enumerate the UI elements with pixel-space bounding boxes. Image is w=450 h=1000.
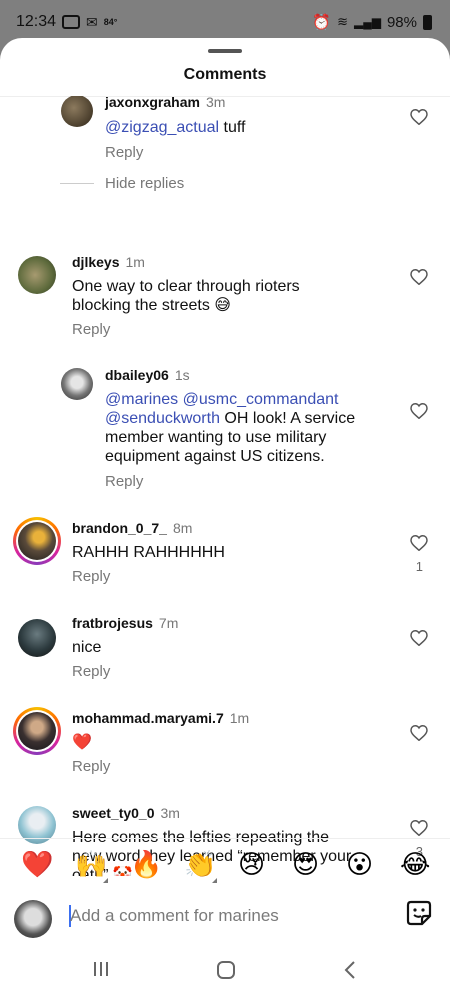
timestamp: 3m: [205, 96, 226, 110]
comment-composer: [0, 890, 450, 944]
like-heart-icon[interactable]: [410, 403, 428, 419]
comment-line: blocking the streets 😅: [72, 297, 231, 314]
mention-link[interactable]: @zigzag_actual: [105, 119, 219, 136]
like-heart-icon[interactable]: [410, 269, 428, 285]
timestamp: 3m: [160, 805, 180, 821]
system-nav-bar: [0, 944, 450, 1000]
comment-text: @marines @usmc_commandant @senduckworth …: [105, 390, 355, 466]
emoji-crying-button[interactable]: 😢: [238, 851, 265, 879]
comment-meta: mohammad.maryami.7 1m: [72, 710, 249, 726]
username[interactable]: sweet_ty0_0: [72, 805, 155, 821]
mention-link[interactable]: @senduckworth: [105, 410, 220, 427]
emoji-clap-button[interactable]: 👏: [184, 851, 216, 879]
timestamp: 1m: [125, 254, 145, 270]
username[interactable]: fratbrojesus: [72, 615, 153, 631]
status-time: 12:34: [16, 13, 57, 30]
avatar[interactable]: [18, 619, 56, 657]
comment-body: tuff: [219, 119, 246, 136]
emoji-heart-button[interactable]: ❤️: [21, 851, 53, 879]
like-heart-icon[interactable]: [410, 535, 428, 551]
battery-icon: [423, 14, 432, 30]
comment-body: OH look! A service: [219, 410, 356, 427]
comment-meta: brandon_0_7_ 8m: [72, 520, 192, 536]
reply-button[interactable]: Reply: [105, 473, 143, 490]
comment-text: ❤️: [72, 732, 92, 751]
username[interactable]: brandon_0_7_: [72, 520, 167, 536]
like-count: 1: [415, 559, 423, 574]
comments-sheet: Comments jaxonxgraham 3m @zigzag_actual t…: [0, 38, 450, 1000]
comment-text: @zigzag_actual tuff: [105, 118, 245, 137]
comment-meta: jaxonxgraham 3m: [105, 96, 225, 110]
emoji-fire-button[interactable]: 🔥: [130, 851, 162, 879]
reply-button[interactable]: Reply: [72, 758, 110, 775]
comment-meta: dbailey06 1s: [105, 367, 190, 383]
avatar[interactable]: [18, 256, 56, 294]
teams-icon: [62, 15, 81, 29]
emoji-laughing-button[interactable]: 😂: [400, 851, 430, 879]
comment-text: nice: [72, 639, 102, 656]
story-ring-avatar[interactable]: [13, 707, 61, 755]
timestamp: 8m: [172, 520, 193, 536]
like-heart-icon[interactable]: [410, 725, 428, 741]
mention-link[interactable]: @marines @usmc_commandant: [105, 390, 355, 409]
comment-meta: djlkeys 1m: [72, 254, 145, 270]
recent-apps-icon[interactable]: [92, 960, 110, 978]
comment-text: One way to clear through rioters blockin…: [72, 277, 300, 315]
emoji-surprised-button[interactable]: 😮: [346, 851, 373, 879]
emoji-heart-eyes-button[interactable]: 😍: [292, 851, 319, 879]
comment-list[interactable]: jaxonxgraham 3m @zigzag_actual tuff Reply…: [0, 96, 450, 876]
like-heart-icon[interactable]: [410, 630, 428, 646]
timestamp: 1s: [174, 367, 190, 383]
signal-icon: ▂▄▆: [354, 15, 381, 29]
status-temp: 84°: [103, 17, 118, 27]
reply-button[interactable]: Reply: [72, 568, 110, 585]
reply-button[interactable]: Reply: [72, 663, 110, 680]
skin-tone-indicator: [103, 878, 108, 883]
comment-line: equipment against US citizens.: [105, 448, 325, 465]
like-heart-icon[interactable]: [410, 109, 428, 125]
emoji-reaction-bar: ❤️ 🙌 🔥 👏 😢 😍 😮 😂: [0, 838, 450, 890]
skin-tone-indicator: [212, 878, 217, 883]
username[interactable]: jaxonxgraham: [105, 96, 200, 110]
hide-replies-button[interactable]: Hide replies: [105, 175, 184, 192]
avatar[interactable]: [61, 96, 93, 127]
sticker-icon[interactable]: [406, 900, 432, 926]
comment-meta: fratbrojesus 7m: [72, 615, 178, 631]
gmail-icon: ✉: [86, 13, 98, 30]
comment-input[interactable]: [70, 903, 370, 929]
my-avatar: [14, 900, 52, 938]
comment-line: One way to clear through rioters: [72, 278, 300, 295]
reply-button[interactable]: Reply: [105, 144, 143, 161]
comment-meta: sweet_ty0_0 3m: [72, 805, 180, 821]
battery-percent: 98%: [386, 13, 417, 31]
username[interactable]: djlkeys: [72, 254, 119, 270]
username[interactable]: mohammad.maryami.7: [72, 710, 224, 726]
avatar[interactable]: [61, 368, 93, 400]
comment-text: RAHHH RAHHHHHH: [72, 544, 225, 561]
like-heart-icon[interactable]: [410, 820, 428, 836]
hide-replies-line: [60, 183, 94, 184]
wifi-icon: ≋: [337, 14, 348, 29]
username[interactable]: dbailey06: [105, 367, 169, 383]
drag-handle[interactable]: [208, 49, 242, 53]
timestamp: 1m: [229, 710, 250, 726]
comment-line: member wanting to use military: [105, 429, 327, 446]
back-icon[interactable]: [343, 960, 357, 980]
alarm-icon: ⏰: [312, 14, 332, 31]
reply-button[interactable]: Reply: [72, 321, 110, 338]
story-ring-avatar[interactable]: [13, 517, 61, 565]
timestamp: 7m: [158, 615, 179, 631]
sheet-title: Comments: [183, 66, 267, 83]
home-icon[interactable]: [216, 960, 236, 980]
emoji-raised-hands-button[interactable]: 🙌: [75, 851, 107, 879]
status-bar: 12:34 ✉ 84° ⏰ ≋ ▂▄▆ 98%: [0, 0, 450, 40]
